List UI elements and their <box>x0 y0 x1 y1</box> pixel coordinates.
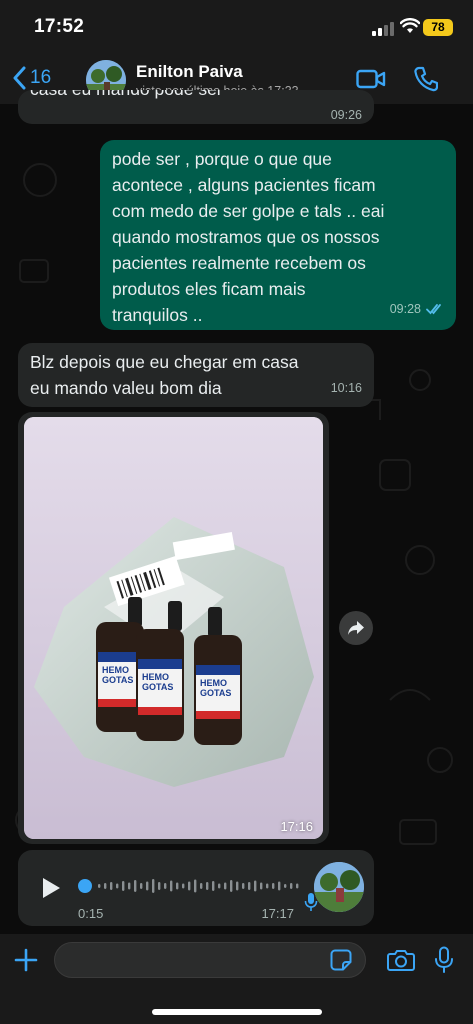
status-bar: 17:52 78 <box>0 0 473 56</box>
home-indicator <box>152 1009 322 1015</box>
sender-avatar <box>314 862 364 912</box>
message-composer <box>0 934 473 1024</box>
contact-name[interactable]: Enilton Paiva <box>136 62 243 82</box>
message-time: 10:16 <box>330 381 362 395</box>
back-button[interactable]: 16 <box>12 66 51 90</box>
product-label: GOTAS <box>102 675 133 685</box>
product-label: HEMO <box>142 672 169 682</box>
voice-message[interactable]: 0:15 17:17 <box>18 850 374 926</box>
phone-icon[interactable] <box>414 66 438 92</box>
message-meta: 09:28 <box>390 296 444 322</box>
product-label: GOTAS <box>200 688 231 698</box>
message-time: 17:16 <box>280 819 313 834</box>
image-message[interactable]: HEMO GOTAS HEMO GOTAS HEMO GOTAS 17:16 <box>18 412 329 844</box>
battery-icon: 78 <box>423 19 453 36</box>
message-bubble-outgoing[interactable]: pode ser , porque o que que acontece , a… <box>100 140 456 330</box>
message-bubble-incoming[interactable]: Blz depois que eu chegar em casa eu mand… <box>18 343 374 407</box>
message-text: casa eu mando pode ser <box>30 90 223 102</box>
signal-icon <box>372 22 394 36</box>
message-input[interactable] <box>54 942 366 978</box>
audio-waveform[interactable] <box>78 876 302 896</box>
video-camera-icon[interactable] <box>356 68 386 90</box>
chevron-left-icon <box>13 66 26 90</box>
product-label: GOTAS <box>142 682 173 692</box>
plus-icon[interactable] <box>14 948 38 972</box>
play-icon[interactable] <box>40 876 62 900</box>
microphone-icon <box>304 893 318 911</box>
battery-level: 78 <box>431 20 445 34</box>
double-check-icon <box>426 304 441 315</box>
sticker-icon[interactable] <box>330 949 352 971</box>
audio-duration: 0:15 <box>78 906 104 921</box>
message-time: 09:28 <box>389 302 421 316</box>
microphone-icon[interactable] <box>434 946 454 974</box>
product-label: HEMO <box>200 678 227 688</box>
camera-icon[interactable] <box>387 949 415 971</box>
unread-count: 16 <box>30 67 52 88</box>
message-time: 09:26 <box>330 108 362 122</box>
wifi-icon <box>400 18 420 33</box>
status-time: 17:52 <box>34 16 85 37</box>
forward-icon <box>348 621 364 635</box>
forward-button[interactable] <box>339 611 373 645</box>
message-time: 17:17 <box>261 906 294 921</box>
product-label: HEMO <box>102 665 129 675</box>
message-text: Blz depois que eu chegar em casa eu mand… <box>30 352 299 398</box>
photo-attachment[interactable]: HEMO GOTAS HEMO GOTAS HEMO GOTAS <box>24 417 323 839</box>
message-bubble-incoming[interactable]: casa eu mando pode ser 09:26 <box>18 90 374 124</box>
